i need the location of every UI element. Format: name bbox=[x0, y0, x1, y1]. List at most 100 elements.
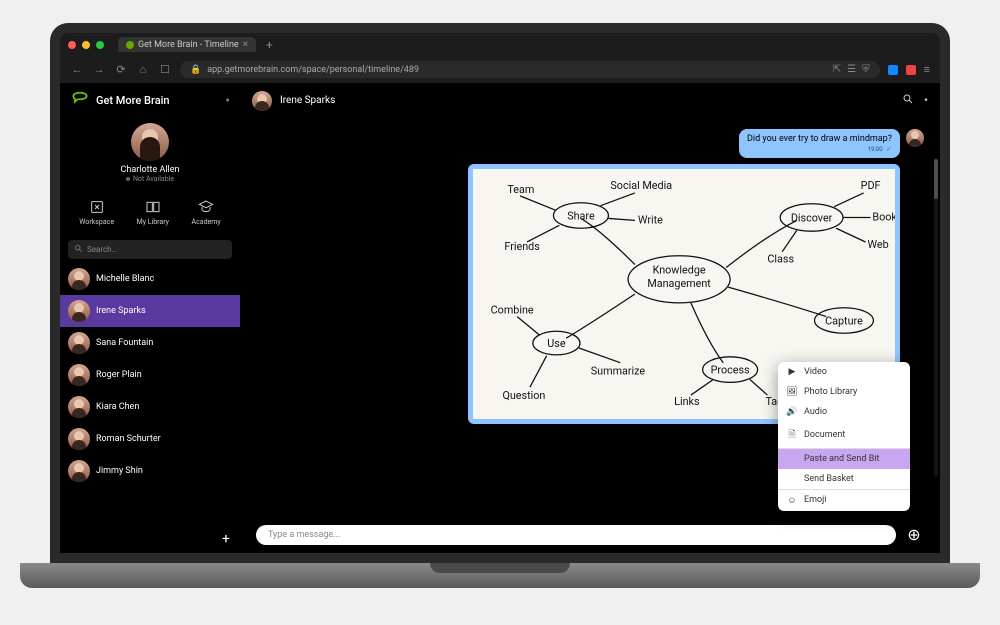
lock-icon: 🔒 bbox=[190, 65, 201, 75]
message-placeholder: Type a message... bbox=[268, 530, 340, 540]
nav-tab-library[interactable]: My Library bbox=[137, 199, 169, 226]
audio-icon: 🔊 bbox=[786, 407, 798, 417]
contact-item[interactable]: Roger Plain bbox=[60, 359, 240, 391]
nav-home-icon[interactable]: ⌂ bbox=[136, 63, 150, 76]
contact-avatar bbox=[68, 428, 90, 450]
message-time: 19:00 bbox=[868, 146, 883, 153]
svg-text:Discover: Discover bbox=[791, 211, 833, 224]
message-avatar bbox=[906, 129, 924, 147]
message-input[interactable]: Type a message... bbox=[256, 525, 896, 545]
nav-tab-workspace[interactable]: Workspace bbox=[79, 199, 114, 226]
read-check-icon: ✓ bbox=[886, 145, 892, 153]
nav-tabs: Workspace My Library Academy bbox=[60, 189, 240, 236]
contact-name: Michelle Blanc bbox=[96, 274, 154, 284]
contact-name: Roman Schurter bbox=[96, 434, 161, 444]
nav-tab-academy[interactable]: Academy bbox=[192, 199, 221, 226]
open-external-icon[interactable]: ⇱ bbox=[833, 64, 841, 75]
menu-item-document[interactable]: 🗎 Document bbox=[778, 422, 910, 448]
bookmark-icon[interactable]: ☐ bbox=[158, 63, 172, 76]
svg-text:Combine: Combine bbox=[491, 303, 534, 316]
menu-item-audio[interactable]: 🔊 Audio bbox=[778, 402, 910, 422]
chat-header-avatar[interactable] bbox=[252, 91, 272, 111]
contact-name: Irene Sparks bbox=[96, 306, 146, 316]
message-text: Did you ever try to draw a mindmap? bbox=[747, 134, 892, 144]
url-bar[interactable]: 🔒 app.getmorebrain.com/space/personal/ti… bbox=[180, 61, 880, 78]
svg-text:Summarize: Summarize bbox=[591, 364, 646, 377]
svg-text:Share: Share bbox=[567, 209, 595, 222]
svg-text:Web: Web bbox=[868, 237, 889, 250]
tab-title: Get More Brain - Timeline bbox=[138, 40, 239, 50]
chat-header-name: Irene Sparks bbox=[280, 95, 335, 106]
window-minimize-icon[interactable] bbox=[82, 41, 90, 49]
contact-avatar bbox=[68, 460, 90, 482]
search-icon[interactable] bbox=[902, 93, 914, 108]
menu-item-paste[interactable]: Paste and Send Bit bbox=[778, 449, 910, 469]
extension-icon[interactable] bbox=[906, 65, 916, 75]
contact-avatar bbox=[68, 332, 90, 354]
profile-block: Charlotte Allen Not Available bbox=[60, 119, 240, 189]
svg-text:Social Media: Social Media bbox=[610, 178, 672, 191]
svg-text:Process: Process bbox=[711, 363, 750, 376]
chat-input-row: Type a message... ⊕ bbox=[240, 517, 940, 553]
emoji-icon: ☺ bbox=[786, 495, 798, 506]
nav-reload-icon[interactable]: ⟳ bbox=[114, 63, 128, 76]
message-row: Did you ever try to draw a mindmap? 19:0… bbox=[256, 129, 924, 158]
profile-status: Not Available bbox=[126, 175, 174, 183]
chat-main: Irene Sparks • Did you ever try to draw … bbox=[240, 83, 940, 553]
contact-item[interactable]: Irene Sparks bbox=[60, 295, 240, 327]
scrollbar[interactable] bbox=[934, 159, 938, 477]
brand-menu-icon[interactable]: • bbox=[225, 93, 230, 109]
svg-text:Capture: Capture bbox=[825, 314, 863, 327]
contact-item[interactable]: Jimmy Shin bbox=[60, 455, 240, 487]
nav-forward-icon[interactable]: → bbox=[92, 63, 106, 76]
search-icon bbox=[74, 244, 83, 255]
contact-name: Sana Fountain bbox=[96, 338, 153, 348]
menu-item-emoji[interactable]: ☺ Emoji bbox=[778, 490, 910, 511]
profile-avatar[interactable] bbox=[131, 123, 169, 161]
academy-icon bbox=[198, 199, 214, 215]
svg-text:Use: Use bbox=[547, 336, 566, 349]
search-input[interactable]: Search... bbox=[68, 240, 232, 259]
brand-name: Get More Brain bbox=[96, 94, 170, 107]
contacts-list: Michelle Blanc Irene Sparks Sana Fountai… bbox=[60, 263, 240, 529]
reader-icon[interactable]: ☰ bbox=[847, 64, 856, 75]
contact-item[interactable]: Kiara Chen bbox=[60, 391, 240, 423]
contact-name: Roger Plain bbox=[96, 370, 142, 380]
menu-item-video[interactable]: ▶ Video bbox=[778, 362, 910, 382]
contact-avatar bbox=[68, 364, 90, 386]
contact-item[interactable]: Michelle Blanc bbox=[60, 263, 240, 295]
contact-avatar bbox=[68, 396, 90, 418]
shield-icon[interactable]: ⛨ bbox=[862, 64, 870, 75]
nav-back-icon[interactable]: ← bbox=[70, 63, 84, 76]
add-contact-button[interactable]: + bbox=[222, 531, 230, 553]
svg-text:PDF: PDF bbox=[861, 178, 881, 191]
tab-favicon-icon bbox=[126, 41, 134, 49]
svg-text:Question: Question bbox=[502, 389, 545, 402]
browser-chrome: Get More Brain - Timeline × + ← → ⟳ ⌂ ☐ … bbox=[60, 33, 940, 83]
browser-menu-icon[interactable]: ≡ bbox=[924, 63, 930, 76]
document-icon: 🗎 bbox=[786, 427, 798, 443]
brand-row: Get More Brain • bbox=[60, 83, 240, 119]
svg-text:Knowledge: Knowledge bbox=[653, 263, 706, 276]
new-tab-button[interactable]: + bbox=[266, 38, 273, 52]
svg-text:Team: Team bbox=[507, 182, 534, 195]
window-maximize-icon[interactable] bbox=[96, 41, 104, 49]
more-icon[interactable]: • bbox=[924, 93, 928, 108]
contact-avatar bbox=[68, 268, 90, 290]
sidebar: Get More Brain • Charlotte Allen Not Ava… bbox=[60, 83, 240, 553]
contact-item[interactable]: Roman Schurter bbox=[60, 423, 240, 455]
chat-header: Irene Sparks • bbox=[240, 83, 940, 119]
browser-tab[interactable]: Get More Brain - Timeline × bbox=[118, 37, 256, 52]
scrollbar-thumb[interactable] bbox=[934, 159, 938, 199]
svg-text:Book: Book bbox=[872, 210, 895, 223]
menu-item-basket[interactable]: Send Basket bbox=[778, 469, 910, 489]
add-attachment-button[interactable]: ⊕ bbox=[904, 525, 924, 545]
search-placeholder: Search... bbox=[87, 245, 118, 254]
contact-item[interactable]: Sana Fountain bbox=[60, 327, 240, 359]
extension-icon[interactable] bbox=[888, 65, 898, 75]
menu-item-photo[interactable]: 🖼 Photo Library bbox=[778, 382, 910, 402]
svg-text:Management: Management bbox=[647, 277, 711, 290]
window-close-icon[interactable] bbox=[68, 41, 76, 49]
tab-close-icon[interactable]: × bbox=[243, 39, 248, 50]
attachment-menu: ▶ Video 🖼 Photo Library 🔊 Audio 🗎 Docume… bbox=[778, 362, 910, 511]
